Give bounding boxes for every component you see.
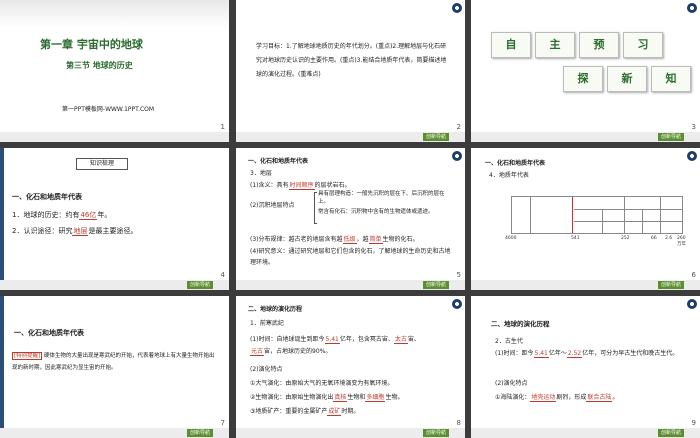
slide-number: 9 bbox=[691, 419, 696, 427]
slide-footer bbox=[0, 132, 229, 142]
slide-thumbnail-7[interactable]: 一、化石和地质年代表 [特别提醒] 硬体生物的大量出现是寒武纪的开始，代表着地球… bbox=[0, 296, 229, 438]
features-label: (2)演化特点 bbox=[495, 380, 528, 387]
tick-label: 252 bbox=[621, 236, 630, 241]
gear-icon bbox=[452, 151, 462, 161]
distribution-line: (3)分布规律：越古老的地层含有越低级，越简单生物的化石。 bbox=[250, 236, 419, 244]
nav-badge: 创新导航 bbox=[658, 281, 684, 289]
section-heading: 一、化石和地质年代表 bbox=[248, 158, 309, 165]
slide-number: 8 bbox=[456, 419, 461, 427]
card-xin: 新 bbox=[607, 66, 647, 92]
nav-badge: 创新导航 bbox=[658, 133, 684, 141]
feature-atmosphere: ①大气演化：由原始大气的无氧环境演变为有氧环境。 bbox=[250, 380, 394, 387]
slide-thumbnail-2[interactable]: 学习目标：1.了解地球地质历史的年代划分。(重点)2.理解地层与化石研究对地球历… bbox=[236, 0, 465, 142]
nav-badge: 创新导航 bbox=[423, 429, 449, 437]
nav-badge: 创新导航 bbox=[187, 281, 213, 289]
feature-land-sea: ①海陆演化：地壳运动剧烈，形成联合古陆。 bbox=[495, 394, 619, 402]
nav-badge: 创新导航 bbox=[187, 429, 213, 437]
sub-heading: 2．古生代 bbox=[495, 338, 523, 345]
card-zhi: 知 bbox=[651, 66, 691, 92]
feature-1: 具有层理构造：一般先沉积的层在下、后沉积的层在上。 bbox=[318, 191, 445, 205]
nav-badge: 创新导航 bbox=[423, 281, 449, 289]
geologic-time-table bbox=[511, 196, 683, 234]
gear-icon bbox=[452, 3, 462, 13]
time-line: (1)时间：距今5.41亿年～2.52亿年，可分为早古生代和晚古生代。 bbox=[495, 350, 679, 358]
tick-label: 66 bbox=[651, 236, 657, 241]
slide-thumbnail-1[interactable]: 第一章 宇宙中的地球 第三节 地球的历史 第一PPT模板网-WWW.1PPT.C… bbox=[0, 0, 229, 142]
slide-number: 1 bbox=[220, 123, 225, 131]
side-bar bbox=[0, 296, 4, 438]
section-heading: 二、地球的演化历程 bbox=[491, 320, 550, 328]
section-heading: 一、化石和地质年代表 bbox=[485, 160, 546, 167]
tick-label: 260万年 bbox=[677, 236, 686, 247]
features-label: (2)演化特点 bbox=[250, 366, 283, 373]
line-1: 1．地球的历史：约有46亿年。 bbox=[12, 211, 112, 220]
sub-heading: 4．地质年代表 bbox=[489, 172, 529, 179]
slide-number: 7 bbox=[220, 419, 225, 427]
gear-icon bbox=[687, 299, 697, 309]
side-bar bbox=[0, 148, 4, 290]
slide-number: 4 bbox=[220, 271, 225, 279]
slide-thumbnail-4[interactable]: 知识梳理 一、化石和地质年代表 1．地球的历史：约有46亿年。 2．认识途径：研… bbox=[0, 148, 229, 290]
card-yu: 预 bbox=[579, 32, 619, 58]
feature-life: ②生物演化：由原始生物演化出真核生物和多细胞生物。 bbox=[250, 394, 404, 402]
slide-thumbnail-5[interactable]: 一、化石和地质年代表 3．地层 (1)含义：具有时间顺序的层状岩石。 (2)沉积… bbox=[236, 148, 465, 290]
tick-label: 541 bbox=[571, 236, 580, 241]
tick-label: 4600 bbox=[505, 236, 517, 241]
feature-minerals: ③地质矿产：重要的金属矿产成矿时期。 bbox=[250, 408, 360, 416]
slide-number: 3 bbox=[691, 123, 696, 131]
slide-number: 5 bbox=[456, 271, 461, 279]
slide-number: 2 bbox=[456, 123, 461, 131]
chapter-title: 第一章 宇宙中的地球 bbox=[40, 38, 143, 51]
gear-icon bbox=[452, 299, 462, 309]
significance-line: (4)研究意义：通过研究地层和它们包含的化石，了解地球的生命历史和古地理环境。 bbox=[250, 248, 451, 266]
gear-icon bbox=[687, 3, 697, 13]
slide-header-band bbox=[0, 0, 229, 28]
slide-thumbnail-9[interactable]: 二、地球的演化历程 2．古生代 (1)时间：距今5.41亿年～2.52亿年，可分… bbox=[471, 296, 700, 438]
features-label: (2)沉积地层特点 bbox=[250, 202, 295, 209]
line-2: 2．认识途径：研究地层是最主要途径。 bbox=[12, 227, 138, 236]
time-line: (1)时间：自地球诞生到距今5.41亿年，包含冥古宙、太古宙、 元古宙，占地球历… bbox=[250, 336, 420, 356]
card-zi: 自 bbox=[491, 32, 531, 58]
card-tan: 探 bbox=[563, 66, 603, 92]
note-tag: [特别提醒] bbox=[12, 352, 43, 360]
gear-icon bbox=[687, 151, 697, 161]
definition-line: (1)含义：具有时间顺序的层状岩石。 bbox=[250, 182, 351, 190]
slide-thumbnail-3[interactable]: 自 主 预 习 探 新 知 创新导航 3 bbox=[471, 0, 700, 142]
sub-heading: 3．地层 bbox=[250, 170, 272, 177]
card-xi: 习 bbox=[623, 32, 663, 58]
section-heading: 一、化石和地质年代表 bbox=[12, 193, 82, 201]
brace bbox=[314, 192, 317, 224]
learning-goals: 学习目标：1.了解地球地质历史的年代划分。(重点)2.理解地层与化石研究对地球历… bbox=[256, 43, 447, 78]
note-paragraph: [特别提醒] 硬体生物的大量出现是寒武纪的开始，代表着地球上有大量生物开始出现的… bbox=[12, 352, 215, 371]
sub-heading: 1．前寒武纪 bbox=[250, 320, 284, 327]
nav-badge: 创新导航 bbox=[423, 133, 449, 141]
section-subtitle: 第三节 地球的历史 bbox=[66, 61, 133, 70]
section-heading: 二、地球的演化历程 bbox=[248, 306, 303, 313]
slide-thumbnail-6[interactable]: 一、化石和地质年代表 4．地质年代表 4600 541 252 66 2.6 2… bbox=[471, 148, 700, 290]
site-label: 第一PPT模板网-WWW.1PPT.COM bbox=[62, 106, 155, 113]
section-box: 知识梳理 bbox=[76, 158, 128, 170]
feature-2: 常含有化石：沉积物中含有的生物遗体或遗迹。 bbox=[318, 209, 434, 215]
slide-number: 6 bbox=[691, 271, 696, 279]
card-zhu: 主 bbox=[535, 32, 575, 58]
tick-label: 2.6 bbox=[665, 236, 673, 241]
nav-badge: 创新导航 bbox=[658, 429, 684, 437]
slide-thumbnail-8[interactable]: 二、地球的演化历程 1．前寒武纪 (1)时间：自地球诞生到距今5.41亿年，包含… bbox=[236, 296, 465, 438]
section-heading: 一、化石和地质年代表 bbox=[14, 329, 84, 337]
